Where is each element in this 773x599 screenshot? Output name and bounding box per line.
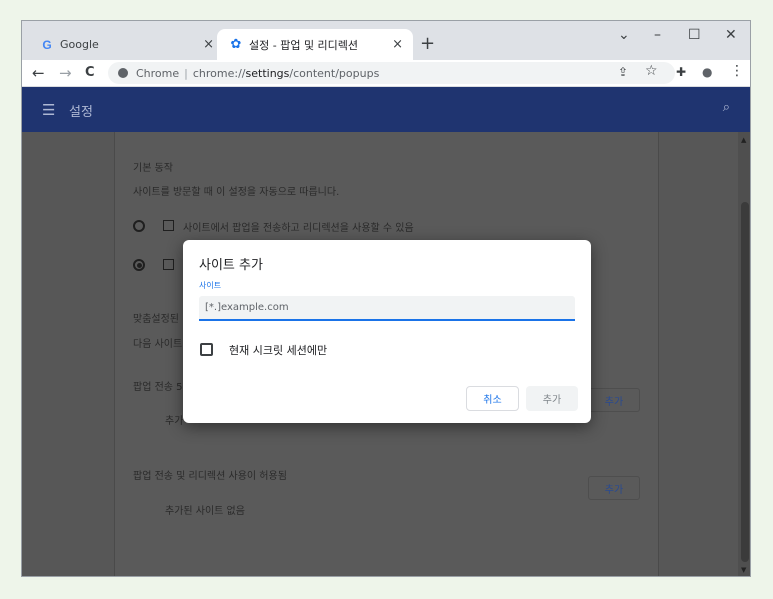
- profile-avatar-icon[interactable]: ●: [702, 65, 712, 79]
- bookmark-star-icon[interactable]: ☆: [645, 63, 658, 79]
- add-site-dialog: 사이트 추가 사이트 현재 시크릿 세션에만 취소 추가: [183, 240, 591, 423]
- tab-label: Google: [60, 38, 99, 51]
- incognito-only-label: 현재 시크릿 세션에만: [229, 344, 328, 357]
- back-button[interactable]: ←: [32, 64, 45, 82]
- settings-header: ☰ 설정 ⌕: [22, 87, 750, 132]
- radio-block[interactable]: [133, 259, 145, 271]
- allowed-add-button[interactable]: 추가: [588, 476, 640, 500]
- scroll-down-icon[interactable]: ▼: [741, 566, 746, 574]
- scheme-label: Chrome: [136, 66, 180, 80]
- option-allow-label: 사이트에서 팝업을 전송하고 리디렉션을 사용할 수 있음: [183, 223, 414, 234]
- default-behavior-desc: 사이트를 방문할 때 이 설정을 자동으로 따릅니다.: [133, 187, 340, 198]
- tab-google[interactable]: G Google ×: [30, 29, 224, 60]
- close-icon[interactable]: ×: [392, 37, 403, 52]
- maximize-button[interactable]: ☐: [688, 27, 701, 43]
- dialog-title: 사이트 추가: [199, 258, 263, 273]
- new-tab-button[interactable]: +: [420, 33, 435, 54]
- tab-strip: G Google × ✿ 설정 - 팝업 및 리디렉션 × + ⌄ – ☐ ✕: [22, 21, 750, 60]
- default-behavior-title: 기본 동작: [133, 163, 173, 174]
- open-external-icon: [163, 220, 174, 231]
- allowed-section-title: 팝업 전송 및 리디렉션 사용이 허용됨: [133, 471, 287, 482]
- forward-button[interactable]: →: [59, 64, 72, 82]
- block-empty-label: 추가: [165, 416, 184, 427]
- more-menu-icon[interactable]: ⋮: [730, 63, 744, 79]
- block-section-title: 팝업 전송 5: [133, 382, 183, 393]
- radio-allow[interactable]: [133, 220, 145, 232]
- page-scrollbar[interactable]: ▲ ▼: [738, 132, 750, 576]
- add-button[interactable]: 추가: [526, 386, 578, 411]
- cancel-button[interactable]: 취소: [466, 386, 519, 411]
- site-input[interactable]: [199, 296, 575, 321]
- search-icon[interactable]: ⌕: [723, 100, 730, 115]
- close-window-button[interactable]: ✕: [725, 27, 737, 43]
- address-bar[interactable]: Chrome | chrome:// settings /content/pop…: [108, 62, 675, 84]
- url-separator: |: [184, 66, 188, 80]
- block-add-button[interactable]: 추가: [588, 388, 640, 412]
- custom-behavior-title: 맞춤설정된: [133, 314, 179, 325]
- url-path: /content/popups: [289, 66, 380, 80]
- gear-icon: ✿: [230, 37, 242, 52]
- extensions-icon[interactable]: ✚: [676, 65, 686, 79]
- tab-label: 설정 - 팝업 및 리디렉션: [249, 38, 359, 52]
- browser-window: G Google × ✿ 설정 - 팝업 및 리디렉션 × + ⌄ – ☐ ✕ …: [21, 20, 751, 577]
- chrome-icon: [118, 68, 128, 78]
- minimize-button[interactable]: –: [654, 27, 661, 43]
- block-popup-icon: [163, 259, 174, 270]
- url-prefix: chrome://: [192, 66, 246, 80]
- tab-search-icon[interactable]: ⌄: [618, 27, 630, 43]
- scrollbar-thumb[interactable]: [741, 202, 749, 562]
- custom-behavior-desc: 다음 사이트: [133, 339, 183, 350]
- incognito-only-checkbox[interactable]: [200, 343, 213, 356]
- close-icon[interactable]: ×: [203, 37, 214, 52]
- allowed-empty-label: 추가된 사이트 없음: [165, 506, 245, 517]
- browser-toolbar: ← → C Chrome | chrome:// settings /conte…: [22, 60, 750, 87]
- google-g-icon: G: [42, 37, 52, 52]
- reload-button[interactable]: C: [85, 65, 95, 80]
- site-field-label: 사이트: [199, 281, 222, 290]
- page-title: 설정: [69, 105, 93, 120]
- share-icon[interactable]: ⇪: [618, 65, 628, 79]
- url-host: settings: [245, 66, 290, 80]
- tab-settings[interactable]: ✿ 설정 - 팝업 및 리디렉션 ×: [217, 29, 413, 60]
- scroll-up-icon[interactable]: ▲: [741, 136, 746, 144]
- menu-icon[interactable]: ☰: [42, 101, 55, 119]
